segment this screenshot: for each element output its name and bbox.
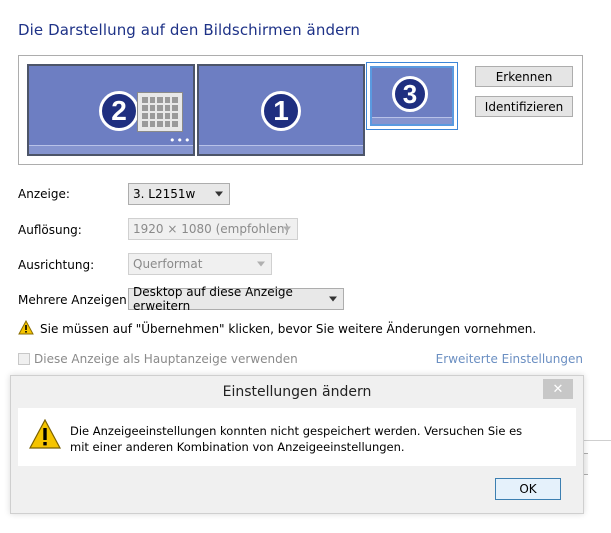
resolution-select[interactable]: 1920 × 1080 (empfohlen): [128, 218, 298, 240]
monitor-number-badge: 1: [261, 91, 301, 131]
monitor-taskbar: [199, 145, 363, 154]
display-settings-window: Die Darstellung auf den Bildschirmen änd…: [0, 0, 611, 533]
orientation-select[interactable]: Querformat: [128, 253, 272, 275]
chevron-down-icon: [215, 191, 223, 197]
orientation-select-value: Querformat: [133, 257, 203, 271]
display-label: Anzeige:: [18, 187, 70, 201]
dialog-body: Die Anzeigeeinstellungen konnten nicht g…: [18, 408, 576, 466]
change-settings-dialog: Einstellungen ändern ✕ Die Anzeigeeinste…: [10, 375, 584, 514]
monitor-3[interactable]: 3: [366, 62, 458, 130]
page-title: Die Darstellung auf den Bildschirmen änd…: [18, 21, 361, 39]
monitor-number-badge: 3: [392, 76, 428, 112]
monitor-taskbar: [372, 117, 452, 124]
monitor-arrangement-panel: 2 ••• 1 3 Erkennen Identifizieren: [18, 55, 583, 165]
monitor-taskbar: [29, 145, 193, 154]
ok-button[interactable]: OK: [495, 478, 561, 500]
dialog-title: Einstellungen ändern: [222, 384, 372, 400]
monitor-1[interactable]: 1: [197, 64, 365, 156]
dialog-message: Die Anzeigeeinstellungen konnten nicht g…: [70, 424, 523, 454]
monitor-2[interactable]: 2 •••: [27, 64, 195, 156]
resolution-label: Auflösung:: [18, 223, 82, 237]
chevron-down-icon: [283, 226, 291, 232]
resolution-select-value: 1920 × 1080 (empfohlen): [133, 222, 290, 236]
display-select-value: 3. L2151w: [133, 187, 196, 201]
multiple-displays-label: Mehrere Anzeigen:: [18, 293, 131, 307]
start-screen-icon: [137, 92, 183, 132]
monitor-number-badge: 2: [99, 91, 139, 131]
chevron-down-icon: [257, 261, 265, 267]
primary-display-checkbox[interactable]: [18, 353, 30, 365]
multiple-displays-select-value: Desktop auf diese Anzeige erweitern: [133, 285, 293, 313]
display-select[interactable]: 3. L2151w: [128, 183, 230, 205]
apply-warning-text: Sie müssen auf "Übernehmen" klicken, bev…: [40, 322, 537, 336]
orientation-label: Ausrichtung:: [18, 258, 95, 272]
chevron-down-icon: [329, 296, 337, 302]
multiple-displays-select[interactable]: Desktop auf diese Anzeige erweitern: [128, 285, 344, 313]
advanced-settings-link[interactable]: Erweiterte Einstellungen: [436, 352, 583, 366]
identify-button[interactable]: Identifizieren: [475, 96, 573, 117]
primary-display-option[interactable]: Diese Anzeige als Hauptanzeige verwenden: [18, 352, 298, 366]
detect-button[interactable]: Erkennen: [475, 66, 573, 87]
warning-icon: [18, 320, 34, 335]
close-icon[interactable]: ✕: [543, 379, 573, 399]
primary-display-label: Diese Anzeige als Hauptanzeige verwenden: [34, 352, 298, 366]
divider: [583, 440, 611, 441]
warning-icon: [29, 419, 61, 449]
